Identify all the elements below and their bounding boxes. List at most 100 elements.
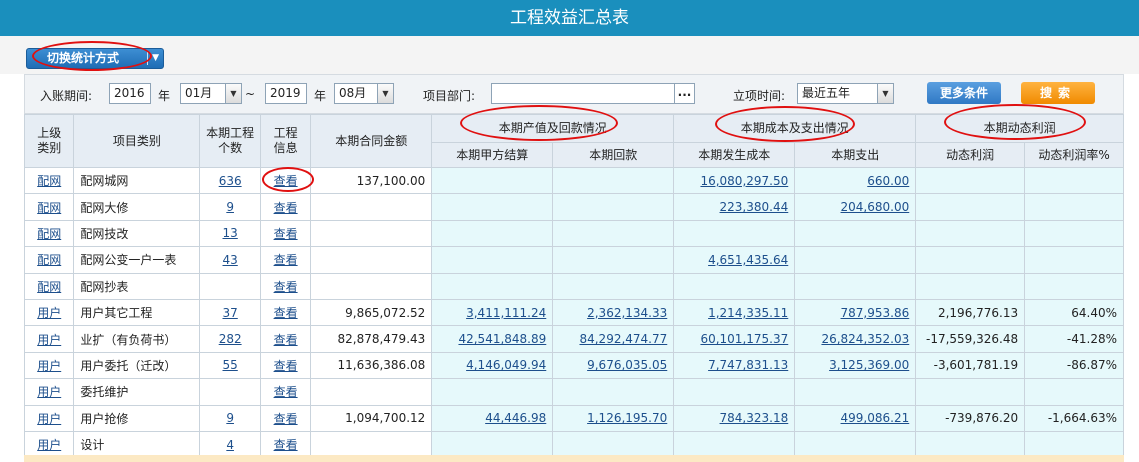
month-to-select[interactable]: 08月 ▼ xyxy=(334,83,394,104)
upper-category-link[interactable]: 配网 xyxy=(37,174,61,188)
table-cell xyxy=(1024,272,1124,300)
upper-category-link[interactable]: 配网 xyxy=(37,201,61,215)
chevron-down-icon[interactable]: ▼ xyxy=(377,84,393,103)
table-cell: 204,680.00 xyxy=(794,193,917,221)
table-cell xyxy=(431,193,554,221)
cost-link[interactable]: 7,747,831.13 xyxy=(708,358,788,372)
table-cell: -739,876.20 xyxy=(915,404,1026,432)
project-count-link[interactable]: 55 xyxy=(223,358,238,372)
summary-table: 上级类别 项目类别 本期工程个数 工程信息 本期合同金额 本期产值及回款情况 本… xyxy=(23,114,1124,459)
chevron-down-icon[interactable]: ▼ xyxy=(877,84,893,103)
caret-down-icon[interactable]: ▼ xyxy=(152,49,159,68)
header-upper-category: 上级类别 xyxy=(23,114,75,168)
view-link[interactable]: 查看 xyxy=(274,359,298,373)
expense-link[interactable]: 787,953.86 xyxy=(841,306,910,320)
upper-category-link[interactable]: 配网 xyxy=(37,227,61,241)
header-group-cost: 本期成本及支出情况 xyxy=(673,114,917,143)
expense-link[interactable]: 3,125,369.00 xyxy=(829,358,909,372)
cost-link[interactable]: 60,101,175.37 xyxy=(700,332,788,346)
month-from-select[interactable]: 01月 ▼ xyxy=(180,83,242,104)
dept-input[interactable]: ... xyxy=(491,83,695,104)
upper-category-link[interactable]: 用户 xyxy=(37,306,61,320)
settlement-link[interactable]: 42,541,848.89 xyxy=(458,332,546,346)
received-link[interactable]: 2,362,134.33 xyxy=(587,306,667,320)
table-cell xyxy=(552,272,675,300)
project-count-link[interactable]: 43 xyxy=(223,253,238,267)
received-link[interactable]: 1,126,195.70 xyxy=(587,411,667,425)
view-link[interactable]: 查看 xyxy=(274,412,298,426)
table-cell xyxy=(794,272,917,300)
table-cell: 282 xyxy=(199,325,261,353)
project-count-link[interactable]: 282 xyxy=(219,332,242,346)
received-link[interactable]: 84,292,474.77 xyxy=(579,332,667,346)
more-conditions-button[interactable]: 更多条件 xyxy=(927,82,1001,104)
table-cell xyxy=(915,219,1026,248)
table-cell xyxy=(431,166,554,195)
header-dynamic-profit-rate: 动态利润率% xyxy=(1024,142,1124,168)
cost-link[interactable]: 1,214,335.11 xyxy=(708,306,788,320)
expense-link[interactable]: 204,680.00 xyxy=(841,200,910,214)
year-to-input[interactable]: 2019 xyxy=(265,83,307,104)
browse-button[interactable]: ... xyxy=(674,84,694,103)
project-count-link[interactable]: 13 xyxy=(223,226,238,240)
expense-link[interactable]: 499,086.21 xyxy=(841,411,910,425)
upper-category-link[interactable]: 配网 xyxy=(37,253,61,267)
view-link[interactable]: 查看 xyxy=(274,227,298,241)
period-label: 入账期间: xyxy=(40,89,93,103)
view-link[interactable]: 查看 xyxy=(274,385,298,399)
range-separator: ~ xyxy=(245,87,256,101)
upper-category-link[interactable]: 配网 xyxy=(37,280,61,294)
upper-category-link[interactable]: 用户 xyxy=(37,359,61,373)
expense-link[interactable]: 660.00 xyxy=(867,174,909,188)
cost-link[interactable]: 784,323.18 xyxy=(720,411,789,425)
table-cell xyxy=(310,219,433,248)
header-contract-amount: 本期合同金额 xyxy=(310,114,433,168)
view-link[interactable]: 查看 xyxy=(274,438,298,452)
cost-link[interactable]: 223,380.44 xyxy=(720,200,789,214)
table-cell: 配网技改 xyxy=(73,219,201,248)
view-link[interactable]: 查看 xyxy=(274,280,298,294)
project-category-cell: 配网抄表 xyxy=(80,279,129,294)
project-count-link[interactable]: 9 xyxy=(226,411,234,425)
project-count-link[interactable]: 37 xyxy=(223,306,238,320)
table-cell: 787,953.86 xyxy=(794,298,917,327)
setup-time-select[interactable]: 最近五年 ▼ xyxy=(797,83,894,104)
received-link[interactable]: 9,676,035.05 xyxy=(587,358,667,372)
expense-link[interactable]: 26,824,352.03 xyxy=(821,332,909,346)
table-row: 用户 用户抢修 9 查看 1,094,700.12 44,446.98 1,126,195.… xyxy=(23,404,1124,432)
search-button[interactable]: 搜索 xyxy=(1021,82,1095,104)
project-count-link[interactable]: 636 xyxy=(219,174,242,188)
project-count-link[interactable]: 4 xyxy=(226,438,234,452)
settlement-link[interactable]: 4,146,049.94 xyxy=(466,358,546,372)
table-cell xyxy=(794,246,917,274)
table-cell xyxy=(673,378,796,406)
view-link[interactable]: 查看 xyxy=(274,201,298,215)
table-cell: 配网 xyxy=(23,272,75,300)
view-link[interactable]: 查看 xyxy=(274,306,298,320)
year-from-input[interactable]: 2016 xyxy=(109,83,151,104)
upper-category-link[interactable]: 用户 xyxy=(37,385,61,399)
contract-amount-cell: 137,100.00 xyxy=(356,173,426,188)
view-link[interactable]: 查看 xyxy=(274,333,298,347)
table-row: 用户 设计 4 查看 xyxy=(23,430,1124,459)
chevron-down-icon[interactable]: ▼ xyxy=(225,84,241,103)
cost-link[interactable]: 16,080,297.50 xyxy=(700,174,788,188)
project-category-cell: 委托维护 xyxy=(80,385,129,400)
settlement-link[interactable]: 3,411,111.24 xyxy=(466,306,546,320)
settlement-link[interactable]: 44,446.98 xyxy=(485,411,546,425)
table-cell: 1,214,335.11 xyxy=(673,298,796,327)
dept-label: 项目部门: xyxy=(423,89,476,103)
cost-link[interactable]: 4,651,435.64 xyxy=(708,253,788,267)
dynamic-profit-rate-cell: -1,664.63% xyxy=(1047,411,1117,426)
upper-category-link[interactable]: 用户 xyxy=(37,412,61,426)
table-cell xyxy=(310,272,433,300)
project-count-link[interactable]: 9 xyxy=(226,200,234,214)
upper-category-link[interactable]: 用户 xyxy=(37,438,61,452)
table-cell xyxy=(915,193,1026,221)
upper-category-link[interactable]: 用户 xyxy=(37,333,61,347)
view-link[interactable]: 查看 xyxy=(274,174,298,188)
switch-statistics-button[interactable]: 切换统计方式 ▼ xyxy=(26,48,164,69)
view-link[interactable]: 查看 xyxy=(274,253,298,267)
table-cell: 9,676,035.05 xyxy=(552,351,675,380)
toolbar: 切换统计方式 ▼ xyxy=(0,36,1139,74)
